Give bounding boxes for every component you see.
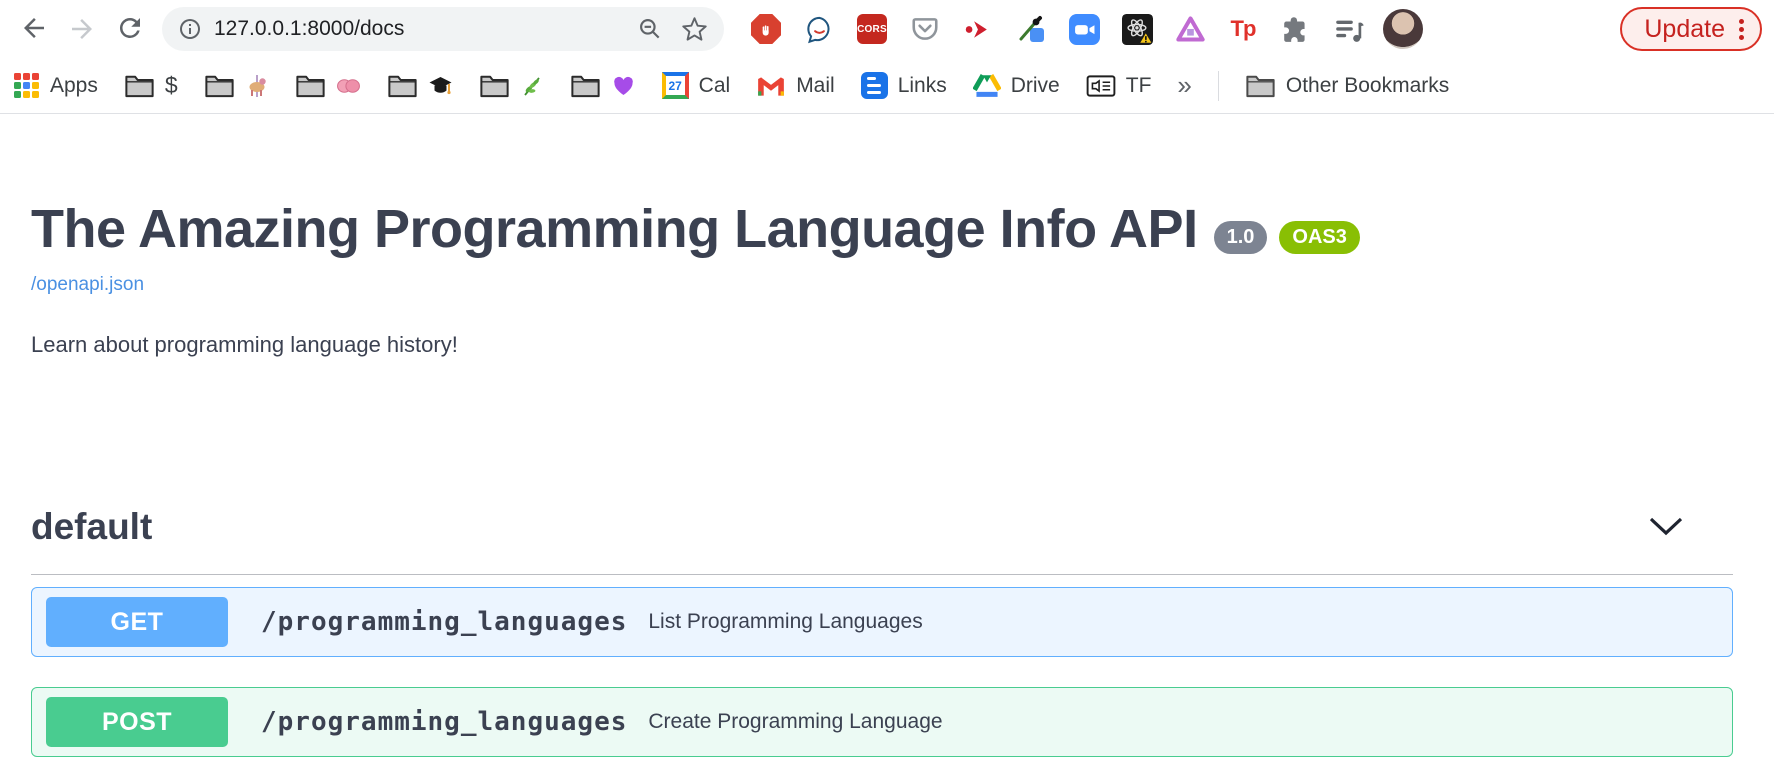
api-description: Learn about programming language history… (31, 332, 1774, 358)
operation-path: /programming_languages (261, 707, 627, 737)
bookmark-folder-brain[interactable] (295, 73, 361, 98)
section-title: default (31, 506, 152, 548)
chevron-down-icon (1647, 516, 1685, 538)
tp-label: Tp (1231, 16, 1256, 42)
bookmark-folder-heart[interactable] (570, 73, 636, 98)
drive-label: Drive (1011, 74, 1060, 98)
react-devtools-icon[interactable] (1121, 13, 1153, 45)
recycle-icon[interactable] (1174, 13, 1206, 45)
dollar-sign-icon: $ (165, 72, 178, 99)
links-label: Links (898, 74, 947, 98)
opblock-post-programming-languages[interactable]: POST /programming_languages Create Progr… (31, 687, 1733, 757)
url-text: 127.0.0.1:8000/docs (214, 17, 619, 41)
cors-label: CORS (857, 14, 887, 44)
apps-grid-icon (14, 73, 40, 99)
collapse-section-button[interactable] (1647, 516, 1685, 538)
update-label: Update (1644, 15, 1725, 44)
bookmark-folder-carousel[interactable] (204, 73, 269, 98)
tf-label: TF (1126, 74, 1152, 98)
folder-icon (295, 73, 326, 98)
zoom-meeting-icon[interactable] (1068, 13, 1100, 45)
back-button[interactable] (10, 5, 58, 53)
opblock-get-programming-languages[interactable]: GET /programming_languages List Programm… (31, 587, 1733, 657)
oas3-badge: OAS3 (1279, 221, 1359, 254)
zoom-out-icon[interactable] (637, 16, 663, 42)
cors-icon[interactable]: CORS (856, 13, 888, 45)
back-icon (19, 13, 49, 46)
default-section: default GET /programming_languages List … (31, 506, 1733, 757)
bookmarks-bar: Apps $ 27 Cal Mail Links Drive (0, 58, 1774, 114)
content-blocker-icon[interactable] (750, 13, 782, 45)
bookmark-folder-dollar[interactable]: $ (124, 72, 178, 99)
cal-label: Cal (699, 74, 731, 98)
color-picker-icon[interactable] (1015, 13, 1047, 45)
section-header[interactable]: default (31, 506, 1733, 575)
forward-button[interactable] (58, 5, 106, 53)
operation-summary: List Programming Languages (648, 610, 922, 634)
operation-summary: Create Programming Language (648, 710, 942, 734)
profile-avatar[interactable] (1383, 9, 1423, 49)
music-playlist-icon[interactable] (1333, 13, 1365, 45)
extensions-row: CORS Tp (750, 13, 1365, 45)
operation-path: /programming_languages (261, 607, 627, 637)
bookmark-mail[interactable]: Mail (756, 74, 835, 98)
bookmark-star-icon[interactable] (681, 16, 708, 43)
folder-icon (1245, 73, 1276, 98)
graduation-cap-icon (428, 74, 453, 98)
other-bookmarks[interactable]: Other Bookmarks (1245, 73, 1449, 98)
puzzle-extensions-icon[interactable] (1280, 13, 1312, 45)
browser-toolbar: 127.0.0.1:8000/docs CORS (0, 0, 1774, 58)
purple-heart-icon (611, 74, 636, 98)
bookmark-links[interactable]: Links (861, 72, 947, 99)
folder-icon (570, 73, 601, 98)
get-method-badge: GET (46, 597, 228, 647)
folder-icon (124, 73, 155, 98)
overflow-icon: » (1177, 70, 1191, 101)
address-bar[interactable]: 127.0.0.1:8000/docs (162, 7, 724, 51)
post-method-badge: POST (46, 697, 228, 747)
openapi-json-link[interactable]: /openapi.json (31, 274, 144, 296)
version-badge: 1.0 (1214, 221, 1268, 254)
page-title: The Amazing Programming Language Info AP… (31, 198, 1198, 260)
bookmark-tf[interactable]: TF (1086, 73, 1152, 99)
apps-label: Apps (50, 74, 98, 98)
mail-label: Mail (796, 74, 835, 98)
bookmark-folder-herb[interactable] (479, 73, 544, 98)
bookmark-folder-graduation[interactable] (387, 73, 453, 98)
brain-icon (336, 75, 361, 97)
carousel-horse-icon (245, 74, 269, 98)
links-icon (861, 72, 888, 99)
update-button[interactable]: Update (1620, 7, 1762, 51)
other-bookmarks-label: Other Bookmarks (1286, 74, 1449, 98)
gmail-icon (756, 74, 786, 98)
bookmarks-divider (1218, 71, 1219, 101)
browser-menu-icon (1739, 27, 1744, 32)
bookmark-drive[interactable]: Drive (973, 73, 1060, 99)
drive-icon (973, 73, 1001, 99)
folder-icon (479, 73, 510, 98)
forward-icon (67, 14, 97, 44)
tf-bookmark-icon (1086, 73, 1116, 99)
redirect-icon[interactable] (962, 13, 994, 45)
reload-icon (115, 13, 145, 46)
site-info-icon[interactable] (178, 17, 202, 41)
apps-shortcut[interactable]: Apps (14, 73, 98, 99)
reload-button[interactable] (106, 5, 154, 53)
calendar-icon: 27 (662, 72, 689, 99)
calendar-day: 27 (668, 79, 681, 93)
folder-icon (204, 73, 235, 98)
herb-icon (520, 74, 544, 98)
touch-portal-icon[interactable]: Tp (1227, 13, 1259, 45)
bookmark-calendar[interactable]: 27 Cal (662, 72, 731, 99)
swagger-docs-page: The Amazing Programming Language Info AP… (0, 198, 1774, 757)
bookmarks-overflow-chevron[interactable]: » (1177, 70, 1191, 101)
folder-icon (387, 73, 418, 98)
chat-bubble-icon[interactable] (803, 13, 835, 45)
pocket-icon[interactable] (909, 13, 941, 45)
